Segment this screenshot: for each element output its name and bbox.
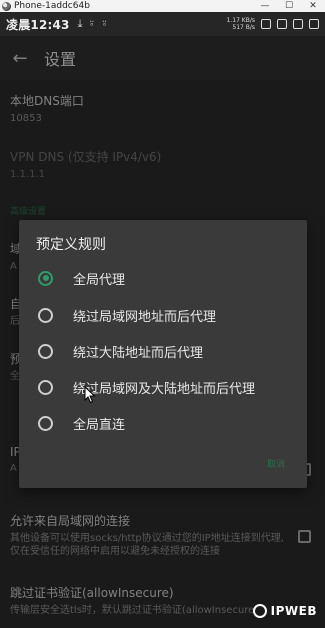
maximize-button[interactable]: ☐ xyxy=(277,0,301,12)
option-bypass-lan-and-mainland[interactable]: 绕过局域网及大陆地址而后代理 xyxy=(19,369,307,405)
predefined-rules-dialog: 预定义规则 全局代理 绕过局域网地址而后代理 绕过大陆地址而后代理 绕过局域网及… xyxy=(19,220,307,488)
option-bypass-lan[interactable]: 绕过局域网地址而后代理 xyxy=(19,297,307,333)
status-bar: 凌晨12:43 ⤓ ⍤ ⍤ 1.17 KB/s 517 B/s xyxy=(0,12,325,36)
alarm-icon xyxy=(277,19,287,29)
signal-icon xyxy=(293,19,303,29)
radio-selected-icon[interactable] xyxy=(38,270,53,286)
status-right: 1.17 KB/s 517 B/s xyxy=(227,17,319,31)
close-button[interactable]: ✕ xyxy=(301,0,325,12)
option-global-proxy[interactable]: 全局代理 xyxy=(19,260,307,296)
dialog-title: 预定义规则 xyxy=(36,237,106,253)
vpn-key-icon xyxy=(261,19,271,29)
host-window-titlebar: Phone-1addc64b — ☐ ✕ xyxy=(0,0,325,12)
status-notification-icons: ⤓ ⍤ ⍤ xyxy=(78,17,108,31)
status-time: 凌晨12:43 xyxy=(6,17,70,32)
watermark-logo-icon xyxy=(252,604,267,618)
radio-icon[interactable] xyxy=(38,379,53,395)
radio-icon[interactable] xyxy=(38,415,53,431)
download-icon: ⤓ xyxy=(77,17,83,30)
host-window-title: Phone-1addc64b xyxy=(14,1,90,11)
cat-icon: ⍤ xyxy=(88,17,96,30)
option-bypass-mainland[interactable]: 绕过大陆地址而后代理 xyxy=(19,333,307,369)
radio-icon[interactable] xyxy=(38,307,53,323)
network-speed: 1.17 KB/s 517 B/s xyxy=(226,17,255,31)
app-logo-icon xyxy=(2,1,11,11)
watermark: IPWEB xyxy=(252,604,317,618)
battery-icon xyxy=(309,19,319,29)
radio-icon[interactable] xyxy=(38,343,53,359)
option-global-direct[interactable]: 全局直连 xyxy=(19,405,307,441)
minimize-button[interactable]: — xyxy=(253,0,277,12)
cat-icon: ⍤ xyxy=(101,17,108,30)
cancel-button[interactable]: 取消 xyxy=(267,457,285,470)
